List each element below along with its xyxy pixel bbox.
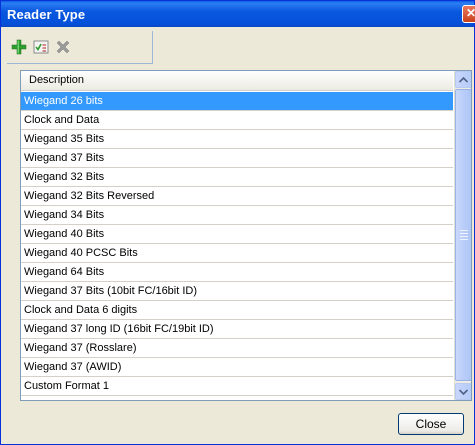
list-item[interactable]: Clock and Data [21, 111, 453, 130]
edit-button[interactable] [31, 37, 51, 57]
list-rows: Wiegand 26 bits Clock and Data Wiegand 35 … [21, 92, 453, 396]
list-item[interactable]: Wiegand 32 Bits Reversed [21, 187, 453, 206]
list-item[interactable]: Wiegand 35 Bits [21, 130, 453, 149]
delete-button[interactable] [53, 37, 73, 57]
list-item[interactable]: Wiegand 40 PCSC Bits [21, 244, 453, 263]
list-item[interactable]: Wiegand 37 long ID (16bit FC/19bit ID) [21, 320, 453, 339]
scroll-thumb[interactable] [455, 89, 471, 381]
list-item[interactable]: Wiegand 34 Bits [21, 206, 453, 225]
vertical-scrollbar[interactable] [454, 71, 471, 400]
list-item[interactable]: Clock and Data 6 digits [21, 301, 453, 320]
reader-type-list: Description Wiegand 26 bits Clock and Dat… [20, 70, 472, 401]
list-item[interactable]: Wiegand 40 Bits [21, 225, 453, 244]
green-plus-icon [11, 39, 27, 55]
checklist-icon [33, 40, 49, 54]
toolbar [7, 31, 153, 64]
list-item[interactable]: Custom Format 1 [21, 377, 453, 396]
scroll-up-button[interactable] [455, 71, 471, 88]
list-item[interactable]: Wiegand 64 Bits [21, 263, 453, 282]
list-item[interactable]: Wiegand 32 Bits [21, 168, 453, 187]
column-header-description[interactable]: Description [21, 71, 453, 91]
title-bar[interactable]: Reader Type ✕ [1, 1, 475, 27]
gray-x-icon [56, 40, 70, 54]
scroll-down-button[interactable] [455, 383, 471, 400]
list-item[interactable]: Wiegand 26 bits [21, 92, 453, 111]
list-item[interactable]: Wiegand 37 (AWID) [21, 358, 453, 377]
window-close-icon[interactable]: ✕ [462, 5, 475, 23]
chevron-down-icon [459, 388, 468, 395]
list-item[interactable]: Wiegand 37 (Rosslare) [21, 339, 453, 358]
list-item[interactable]: Wiegand 37 Bits (10bit FC/16bit ID) [21, 282, 453, 301]
list-item[interactable]: Wiegand 37 Bits [21, 149, 453, 168]
add-button[interactable] [9, 37, 29, 57]
chevron-up-icon [459, 76, 468, 83]
window-title: Reader Type [7, 7, 86, 22]
close-button[interactable]: Close [398, 413, 464, 435]
reader-type-window: Reader Type ✕ Description Wiegand 26 bit… [0, 0, 475, 445]
